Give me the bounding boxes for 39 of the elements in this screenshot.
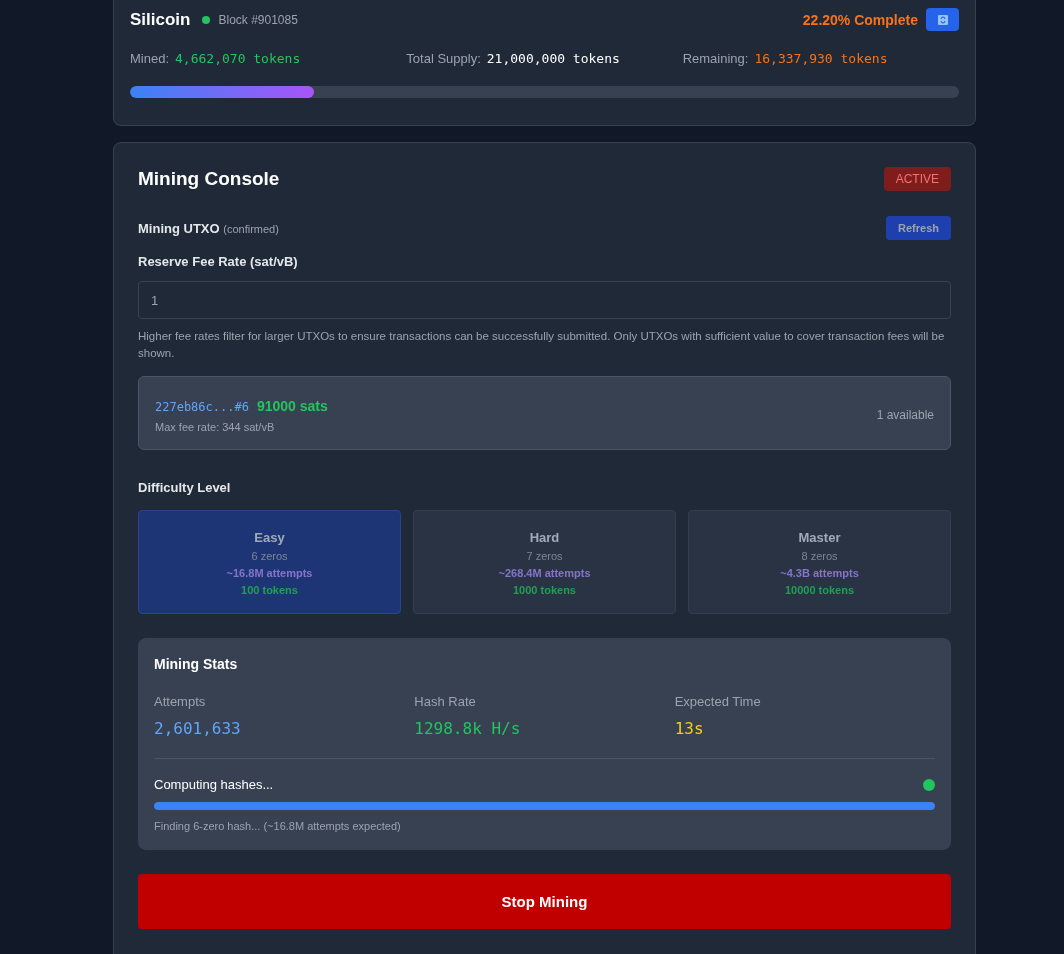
status-dot — [202, 15, 211, 24]
utxo-id: 227eb86c...#6 — [155, 400, 249, 414]
stat-label: Attempts — [154, 694, 207, 709]
stop-mining-button[interactable]: Stop Mining — [138, 874, 951, 929]
status-badge: ACTIVE — [883, 167, 951, 191]
fee-rate-help: Higher fee rates filter for larger UTXOs to ensure transactions can be successfully submitted. Only UTXOs with sufficient value to cover transaction fees will be shown. — [138, 329, 946, 361]
utxo-amount: 91000 sats — [256, 398, 328, 414]
difficulty-label: Difficulty Level — [138, 480, 231, 495]
stat-value: 16,337,930 tokens — [754, 51, 888, 66]
stat-label: Hash Rate — [414, 694, 477, 709]
utxo-max-fee: Max fee rate: 344 sat/vB — [155, 421, 276, 433]
stat-value: 21,000,000 tokens — [486, 51, 620, 66]
stat-label: Mined: — [130, 51, 170, 66]
utxo-available: 1 available — [876, 408, 934, 422]
utxo-label: Mining UTXO (confirmed) — [138, 220, 279, 236]
fee-rate-label: Reserve Fee Rate (sat/vB) — [138, 254, 298, 269]
refresh-button[interactable]: Refresh — [886, 216, 951, 240]
mining-stats-title: Mining Stats — [154, 656, 239, 672]
refresh-icon — [937, 14, 948, 25]
stat-value: 2,601,633 — [154, 719, 241, 738]
stat-label: Expected Time — [674, 694, 762, 709]
stat-value: 4,662,070 tokens — [175, 51, 301, 66]
utxo-option[interactable]: 227eb86c...#6 91000 sats Max fee rate: 344 sat/vB 1 available — [138, 376, 951, 450]
difficulty-option[interactable]: Hard 7 zeros ~268.4M attempts 1000 tokens — [413, 510, 676, 614]
difficulty-option[interactable]: Master 8 zeros ~4.3B attempts 10000 tokens — [688, 510, 951, 614]
status-dot — [923, 778, 935, 791]
console-title: Mining Console — [138, 168, 280, 190]
fee-rate-input[interactable]: 1 — [138, 281, 951, 319]
coin-name: Silicoin — [130, 9, 191, 30]
block-number: Block #901085 — [218, 12, 298, 27]
refresh-button[interactable] — [926, 8, 959, 31]
completion-percent: 22.20% Complete — [802, 11, 918, 28]
stat-value: 13s — [674, 719, 704, 738]
difficulty-option[interactable]: Easy 6 zeros ~16.8M attempts 100 tokens — [138, 510, 401, 614]
stat-label: Remaining: — [682, 51, 749, 66]
progress-note: Finding 6-zero hash... (~16.8M attempts expected) — [154, 820, 401, 832]
progress-status: Computing hashes... — [154, 777, 274, 792]
stat-value: 1298.8k H/s — [414, 719, 521, 738]
stat-label: Total Supply: — [406, 51, 481, 66]
